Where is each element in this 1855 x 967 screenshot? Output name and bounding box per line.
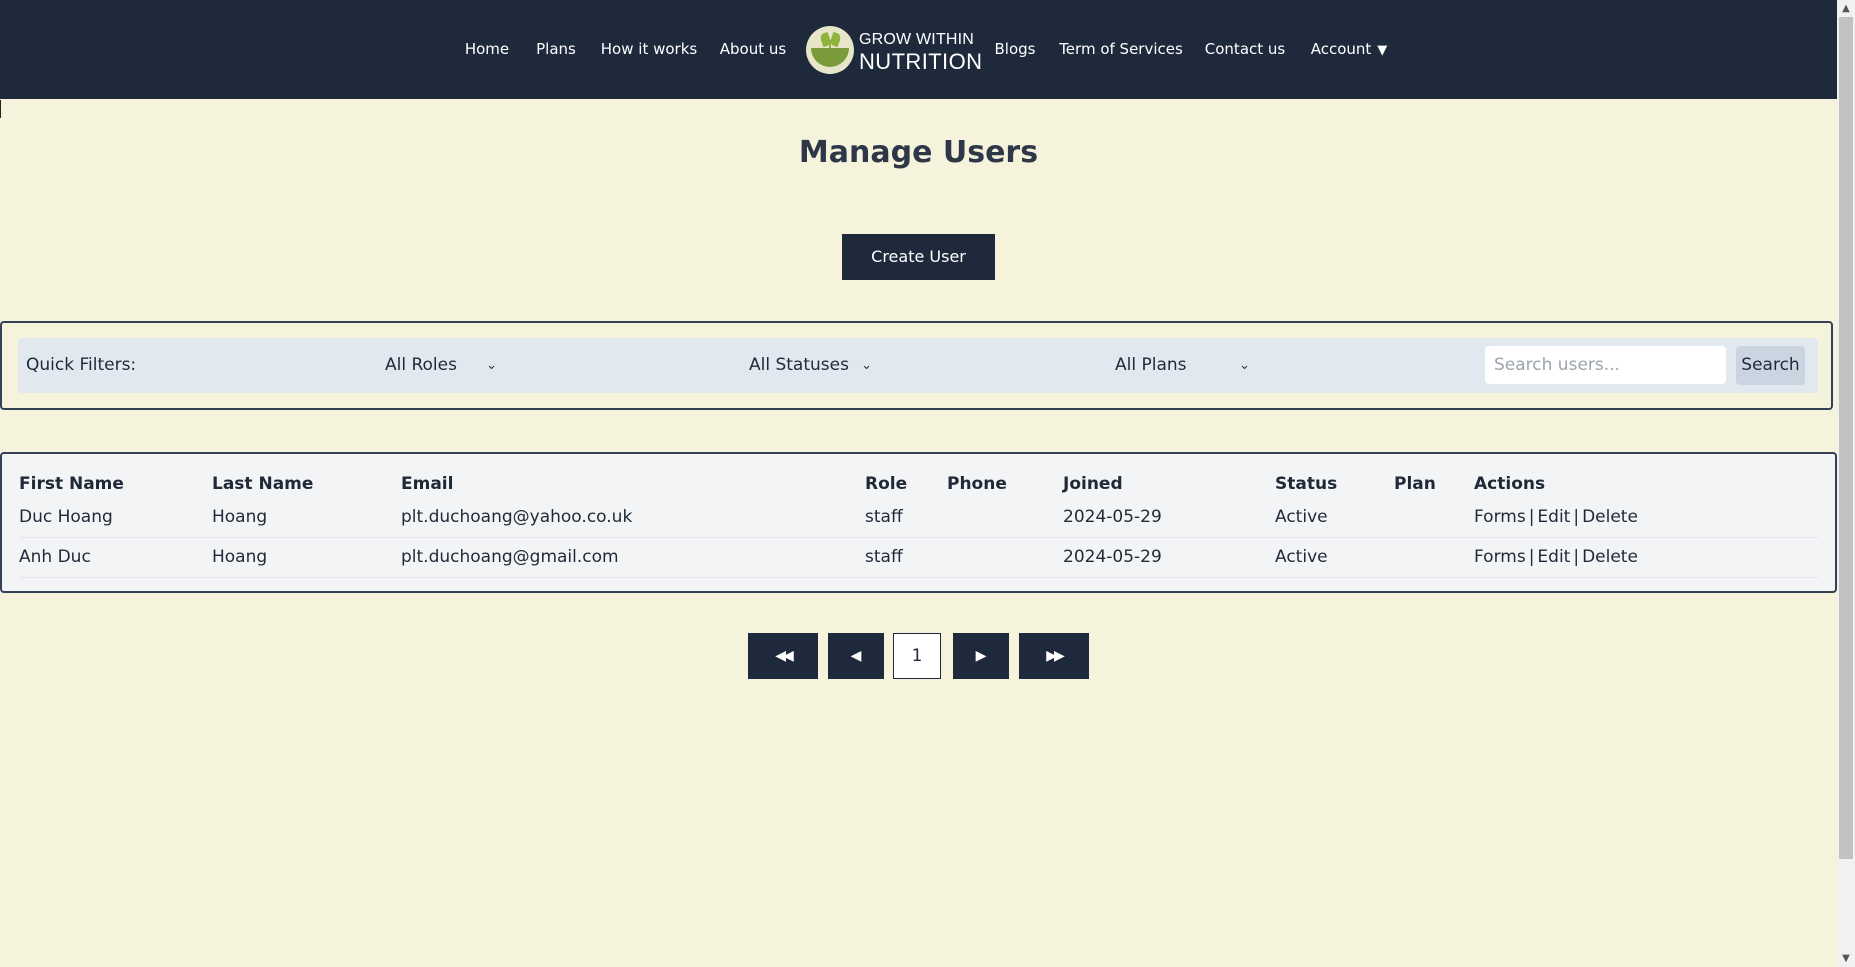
caret-down-icon: ▼: [1377, 43, 1388, 58]
forms-link[interactable]: Forms: [1474, 547, 1526, 567]
row-divider: [19, 577, 1819, 578]
first-page-button[interactable]: ◀◀: [748, 633, 818, 679]
column-header-email: Email: [401, 474, 454, 494]
delete-link[interactable]: Delete: [1582, 507, 1638, 527]
scroll-down-arrow-icon[interactable]: ▼: [1837, 950, 1855, 967]
scroll-up-arrow-icon[interactable]: ▲: [1837, 0, 1855, 17]
cell-actions: Forms | Edit | Delete: [1474, 547, 1638, 567]
vertical-scrollbar[interactable]: ▲ ▼: [1837, 0, 1855, 967]
prev-page-button[interactable]: ◀: [828, 633, 884, 679]
nav-about-us-link[interactable]: About us: [720, 0, 786, 99]
page-title: Manage Users: [798, 135, 1039, 170]
cell-first-name: Anh Duc: [19, 547, 91, 567]
column-header-status: Status: [1275, 474, 1338, 494]
search-button[interactable]: Search: [1736, 346, 1805, 385]
cell-first-name: Duc Hoang: [19, 507, 113, 527]
nav-plans-link[interactable]: Plans: [536, 0, 576, 99]
chevron-down-icon: ⌄: [486, 358, 497, 373]
column-header-plan: Plan: [1394, 474, 1436, 494]
last-page-button[interactable]: ▶▶: [1019, 633, 1089, 679]
current-page-indicator[interactable]: 1: [893, 633, 941, 679]
cell-joined: 2024-05-29: [1063, 547, 1162, 567]
cell-status: Active: [1275, 547, 1328, 567]
action-separator: |: [1528, 547, 1535, 567]
top-navbar: Home Plans How it works About us GROW WI…: [0, 0, 1837, 99]
action-separator: |: [1528, 507, 1535, 527]
nav-contact-us-link[interactable]: Contact us: [1205, 0, 1285, 99]
status-filter-value: All Statuses: [749, 355, 849, 375]
cell-last-name: Hoang: [212, 547, 268, 567]
filter-panel: Quick Filters: All Roles ⌄ All Statuses …: [0, 321, 1833, 410]
chevron-down-icon: ⌄: [1239, 358, 1250, 373]
nav-home-link[interactable]: Home: [465, 0, 509, 99]
quick-filters-bar: Quick Filters: All Roles ⌄ All Statuses …: [18, 338, 1818, 393]
plan-filter-value: All Plans: [1115, 355, 1187, 375]
role-filter-select[interactable]: All Roles ⌄: [381, 348, 503, 383]
cell-role: staff: [865, 547, 903, 567]
nav-term-of-services-link[interactable]: Term of Services: [1059, 0, 1183, 99]
quick-filters-label: Quick Filters:: [26, 355, 137, 375]
text-cursor: [0, 100, 1, 118]
cell-email: plt.duchoang@gmail.com: [401, 547, 619, 567]
brand-logo[interactable]: GROW WITHIN NUTRITION: [806, 26, 982, 74]
logo-bowl-icon: [806, 26, 854, 74]
cell-role: staff: [865, 507, 903, 527]
row-divider: [19, 537, 1819, 538]
column-header-joined: Joined: [1063, 474, 1123, 494]
search-input[interactable]: Search users...: [1485, 346, 1726, 384]
nav-account-dropdown[interactable]: Account ▼: [1311, 0, 1388, 99]
next-page-button[interactable]: ▶: [953, 633, 1009, 679]
scrollbar-thumb[interactable]: [1839, 17, 1853, 859]
chevron-down-icon: ⌄: [861, 358, 872, 373]
action-separator: |: [1573, 507, 1580, 527]
nav-how-it-works-link[interactable]: How it works: [601, 0, 697, 99]
users-table: First Name Last Name Email Role Phone Jo…: [0, 452, 1837, 593]
cell-email: plt.duchoang@yahoo.co.uk: [401, 507, 633, 527]
logo-text-line2: NUTRITION: [859, 49, 983, 74]
cell-actions: Forms | Edit | Delete: [1474, 507, 1638, 527]
logo-text-line1: GROW WITHIN: [859, 31, 975, 48]
cell-last-name: Hoang: [212, 507, 268, 527]
cell-joined: 2024-05-29: [1063, 507, 1162, 527]
column-header-role: Role: [865, 474, 908, 494]
create-user-button[interactable]: Create User: [842, 234, 995, 280]
column-header-last-name: Last Name: [212, 474, 314, 494]
edit-link[interactable]: Edit: [1537, 507, 1570, 527]
nav-blogs-link[interactable]: Blogs: [995, 0, 1036, 99]
role-filter-value: All Roles: [385, 355, 457, 375]
delete-link[interactable]: Delete: [1582, 547, 1638, 567]
column-header-phone: Phone: [947, 474, 1007, 494]
edit-link[interactable]: Edit: [1537, 547, 1570, 567]
account-label: Account: [1310, 40, 1372, 58]
cell-status: Active: [1275, 507, 1328, 527]
plan-filter-select[interactable]: All Plans ⌄: [1108, 348, 1256, 383]
forms-link[interactable]: Forms: [1474, 507, 1526, 527]
column-header-first-name: First Name: [19, 474, 124, 494]
column-header-actions: Actions: [1474, 474, 1546, 494]
action-separator: |: [1573, 547, 1580, 567]
status-filter-select[interactable]: All Statuses ⌄: [744, 348, 877, 383]
